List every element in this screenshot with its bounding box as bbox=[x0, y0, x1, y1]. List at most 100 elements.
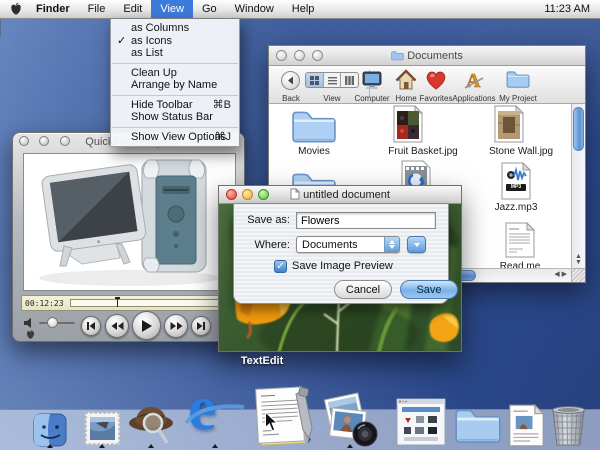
window-title: untitled document bbox=[219, 188, 461, 201]
resize-grip[interactable] bbox=[571, 268, 585, 282]
menu-go[interactable]: Go bbox=[193, 0, 226, 18]
volume-icon[interactable] bbox=[23, 317, 37, 329]
dock-internet-explorer-icon[interactable]: e bbox=[184, 385, 246, 447]
menu-bar-clock[interactable]: 11:23 AM bbox=[544, 3, 600, 15]
mp3-badge: MP3 bbox=[506, 184, 526, 191]
timeline-scrubber[interactable] bbox=[70, 299, 220, 307]
titlebar[interactable]: untitled document bbox=[219, 186, 461, 204]
folder-icon bbox=[391, 50, 404, 61]
dock-iphoto-icon[interactable] bbox=[321, 390, 379, 448]
stone-wall-label[interactable]: Stone Wall.jpg bbox=[471, 146, 571, 157]
scroll-arrows[interactable]: ▲▼ bbox=[575, 254, 582, 266]
previous-button[interactable] bbox=[81, 316, 101, 336]
menu-item-as-icons[interactable]: ✓as Icons bbox=[111, 35, 239, 48]
rewind-button[interactable] bbox=[105, 314, 129, 338]
computer-label: Computer bbox=[351, 94, 393, 103]
menu-item-arrange-by-name[interactable]: Arrange by Name bbox=[111, 79, 239, 92]
quicktime-timeline: 00:12:23 bbox=[21, 295, 238, 311]
save-image-preview-label: Save Image Preview bbox=[292, 260, 393, 272]
menu-item-as-columns[interactable]: as Columns bbox=[111, 22, 239, 35]
my-project-folder-icon[interactable] bbox=[506, 69, 530, 89]
vertical-scrollbar-thumb[interactable] bbox=[573, 107, 584, 151]
desktop: QuickTime Player bbox=[0, 0, 600, 450]
quicktime-controls bbox=[19, 313, 240, 339]
next-button[interactable] bbox=[191, 316, 211, 336]
cancel-button[interactable]: Cancel bbox=[334, 280, 392, 299]
window-title: Documents bbox=[269, 50, 585, 62]
apple-menu-icon[interactable] bbox=[9, 2, 23, 17]
document-icon bbox=[290, 188, 300, 200]
dock-textedit-icon[interactable] bbox=[252, 382, 320, 448]
running-indicator bbox=[47, 444, 53, 448]
menu-finder[interactable]: Finder bbox=[27, 0, 79, 18]
favorites-heart-icon[interactable] bbox=[425, 69, 447, 91]
save-sheet: Save as: Where: Documents ✓ Save Image P… bbox=[233, 204, 449, 304]
where-popup-menu[interactable]: Documents bbox=[296, 236, 400, 253]
save-button[interactable]: Save bbox=[400, 280, 458, 299]
checkmark-icon: ✓ bbox=[117, 35, 126, 48]
dock-mail-icon[interactable] bbox=[84, 411, 121, 446]
view-switcher[interactable] bbox=[305, 72, 359, 88]
quicktime-player-window: QuickTime Player bbox=[12, 132, 245, 342]
menu-item-clean-up[interactable]: Clean Up bbox=[111, 67, 239, 80]
fruit-basket-file-icon[interactable] bbox=[393, 105, 423, 143]
running-indicator bbox=[99, 444, 105, 448]
scroll-arrows[interactable]: ◀ ▶ bbox=[554, 272, 567, 278]
menu-item-hide-toolbar[interactable]: ⌘BHide Toolbar bbox=[111, 99, 239, 112]
back-button[interactable] bbox=[281, 71, 300, 90]
menu-separator bbox=[112, 63, 238, 64]
menu-window[interactable]: Window bbox=[226, 0, 283, 18]
menu-edit[interactable]: Edit bbox=[114, 0, 151, 18]
timecode: 00:12:23 bbox=[22, 299, 67, 308]
toolbar: Back View Computer bbox=[269, 66, 585, 104]
menu-bar: Finder File Edit View Go Window Help 11:… bbox=[0, 0, 600, 19]
dock-documents-folder-icon[interactable] bbox=[454, 402, 502, 447]
home-icon[interactable] bbox=[395, 69, 417, 91]
dock-hover-label: TextEdit bbox=[222, 355, 302, 367]
menu-view[interactable]: View bbox=[151, 0, 193, 18]
where-popup-value: Documents bbox=[297, 239, 384, 251]
fast-forward-button[interactable] bbox=[164, 314, 188, 338]
mp3-file-icon[interactable] bbox=[501, 162, 531, 200]
save-as-input[interactable] bbox=[296, 212, 436, 229]
volume-slider-knob[interactable] bbox=[47, 317, 58, 328]
dock-trash-icon[interactable] bbox=[547, 402, 590, 447]
view-as-columns-segment[interactable] bbox=[341, 73, 358, 87]
running-indicator bbox=[212, 444, 218, 448]
save-image-preview-checkbox[interactable]: ✓ bbox=[274, 260, 287, 273]
play-button[interactable] bbox=[132, 311, 161, 340]
menu-help[interactable]: Help bbox=[283, 0, 324, 18]
menu-item-show-view-options[interactable]: ⌘JShow View Options bbox=[111, 131, 239, 144]
menu-separator bbox=[112, 127, 238, 128]
quicktime-video-area bbox=[23, 153, 236, 291]
titlebar[interactable]: Documents bbox=[269, 46, 585, 66]
mouse-cursor bbox=[264, 412, 278, 432]
jazz-mp3-label[interactable]: Jazz.mp3 bbox=[486, 202, 546, 213]
read-me-label[interactable]: Read me bbox=[490, 261, 550, 268]
menu-item-as-list[interactable]: as List bbox=[111, 47, 239, 60]
movies-label[interactable]: Movies bbox=[284, 146, 344, 157]
menu-separator bbox=[112, 95, 238, 96]
playhead[interactable] bbox=[115, 297, 120, 302]
movies-folder-icon[interactable] bbox=[291, 108, 337, 144]
menu-item-show-status-bar[interactable]: Show Status Bar bbox=[111, 111, 239, 124]
disclosure-triangle-button[interactable] bbox=[407, 236, 426, 253]
dock-finder-icon[interactable] bbox=[33, 413, 67, 447]
vertical-scrollbar[interactable]: ▲▼ bbox=[571, 104, 585, 268]
view-as-icons-segment[interactable] bbox=[306, 73, 324, 87]
read-me-file-icon[interactable] bbox=[505, 222, 535, 258]
view-as-list-segment[interactable] bbox=[324, 73, 342, 87]
applications-label: Applications bbox=[449, 94, 499, 103]
view-menu-dropdown: as Columns ✓as Icons as List Clean Up Ar… bbox=[110, 19, 240, 147]
fruit-basket-label[interactable]: Fruit Basket.jpg bbox=[368, 146, 478, 157]
running-indicator bbox=[347, 444, 353, 448]
dock-minimized-window[interactable] bbox=[396, 398, 446, 446]
stone-wall-file-icon[interactable] bbox=[494, 105, 524, 143]
running-indicator bbox=[148, 444, 154, 448]
dock-picture-document-icon[interactable] bbox=[508, 404, 545, 447]
applications-icon[interactable]: A bbox=[463, 69, 485, 91]
save-as-label: Save as: bbox=[238, 214, 290, 226]
dock-sherlock-icon[interactable] bbox=[126, 403, 176, 447]
menu-file[interactable]: File bbox=[79, 0, 115, 18]
computer-icon[interactable] bbox=[361, 69, 383, 91]
